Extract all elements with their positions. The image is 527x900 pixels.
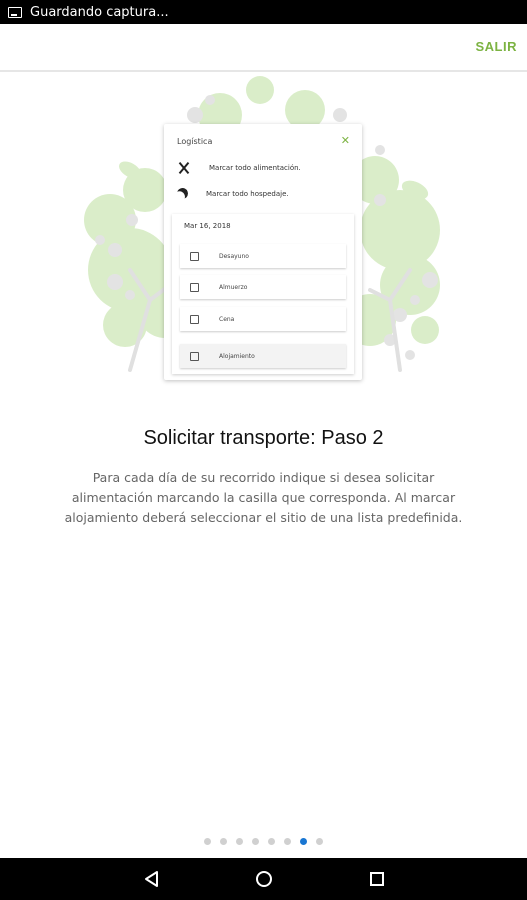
page-dot[interactable] <box>236 838 243 845</box>
preview-item: Desayuno <box>180 244 346 268</box>
moon-icon <box>175 186 189 200</box>
page-dot[interactable] <box>220 838 227 845</box>
page-dot[interactable] <box>204 838 211 845</box>
page-dot[interactable] <box>268 838 275 845</box>
page-dot[interactable] <box>284 838 291 845</box>
preview-item: Almuerzo <box>180 275 346 299</box>
preview-date: Mar 16, 2018 <box>184 222 231 230</box>
preview-title: Logística <box>177 137 213 146</box>
status-text: Guardando captura... <box>30 4 169 20</box>
preview-item-label: Desayuno <box>219 252 249 260</box>
status-bar: Guardando captura... <box>0 0 527 24</box>
checkbox-icon <box>190 251 199 261</box>
checkbox-icon <box>190 351 199 361</box>
recent-apps-icon[interactable] <box>366 868 388 890</box>
page-dot[interactable] <box>252 838 259 845</box>
logistics-preview-card: Logística ✕ Marcar todo alimentación. Ma… <box>164 124 362 380</box>
page-indicator <box>0 838 527 845</box>
navigation-bar <box>0 858 527 900</box>
screenshot-icon <box>8 6 22 18</box>
exit-button[interactable]: SALIR <box>476 39 518 54</box>
preview-row-label: Marcar todo alimentación. <box>209 164 301 172</box>
preview-item-label: Almuerzo <box>219 283 248 291</box>
checkbox-icon <box>190 314 199 324</box>
preview-item-label: Alojamiento <box>219 352 255 360</box>
page-dot-active[interactable] <box>300 838 307 845</box>
preview-close-icon: ✕ <box>340 134 350 147</box>
preview-item-label: Cena <box>219 315 235 323</box>
checkbox-icon <box>190 282 199 292</box>
back-icon[interactable] <box>141 868 163 890</box>
preview-row-meals: Marcar todo alimentación. <box>177 161 301 175</box>
page-dot[interactable] <box>316 838 323 845</box>
home-icon[interactable] <box>253 868 275 890</box>
preview-row-lodging: Marcar todo hospedaje. <box>177 188 289 199</box>
step-description: Para cada día de su recorrido indique si… <box>64 470 463 525</box>
preview-day-panel: Mar 16, 2018 Desayuno Almuerzo Cena Aloj… <box>172 214 354 374</box>
fork-knife-icon <box>177 161 191 175</box>
preview-item: Alojamiento <box>180 344 346 368</box>
step-title: Solicitar transporte: Paso 2 <box>143 427 384 449</box>
preview-row-label: Marcar todo hospedaje. <box>206 189 289 198</box>
preview-item: Cena <box>180 307 346 331</box>
top-bar: SALIR <box>0 24 527 72</box>
